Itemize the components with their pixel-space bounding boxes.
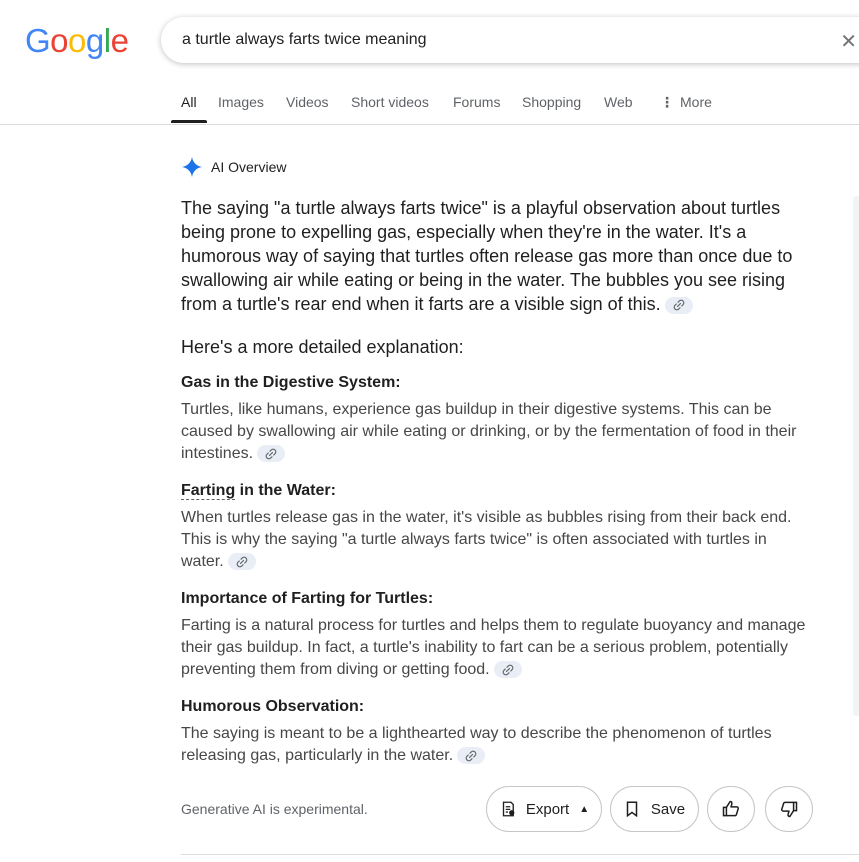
link-icon (265, 448, 277, 460)
term-definition-link[interactable]: Farting (181, 482, 236, 500)
source-link-chip[interactable] (664, 296, 693, 314)
source-link-chip[interactable] (257, 445, 286, 463)
tab-forums[interactable]: Forums (453, 94, 500, 110)
divider (181, 854, 859, 855)
section-body: Turtles, like humans, experience gas bui… (181, 399, 811, 465)
thumbs-down-icon (780, 801, 798, 818)
bookmark-icon (626, 801, 638, 818)
link-icon (502, 664, 513, 676)
section-farting-water: Farting in the Water: When turtles relea… (181, 481, 811, 573)
search-tabs: All Images Videos Short videos Forums Sh… (0, 84, 859, 125)
section-importance: Importance of Farting for Turtles: Farti… (181, 589, 811, 681)
close-icon[interactable]: ✕ (840, 29, 857, 54)
side-panel-edge (853, 196, 859, 716)
tab-short-videos[interactable]: Short videos (351, 94, 429, 110)
link-icon (673, 299, 685, 311)
section-body: The saying is meant to be a lighthearted… (181, 723, 811, 767)
save-button[interactable]: Save (610, 786, 699, 832)
search-input[interactable]: a turtle always farts twice meaning (182, 31, 427, 49)
tab-web[interactable]: Web (604, 94, 633, 110)
tab-all[interactable]: All (181, 94, 197, 110)
section-body: When turtles release gas in the water, i… (181, 507, 811, 573)
section-title: Humorous Observation: (181, 698, 365, 715)
source-link-chip[interactable] (227, 553, 256, 571)
detail-heading: Here's a more detailed explanation: (181, 337, 464, 357)
section-body-text: When turtles release gas in the water, i… (181, 509, 792, 570)
thumbs-down-button[interactable] (765, 786, 813, 832)
more-vert-icon: ⋮ (660, 94, 674, 110)
tab-images[interactable]: Images (218, 94, 264, 110)
logo-letter: l (103, 22, 111, 59)
caret-up-icon: ▲ (579, 803, 590, 815)
logo-letter: G (25, 22, 51, 59)
thumbs-up-button[interactable] (707, 786, 755, 832)
ai-summary-text: The saying "a turtle always farts twice"… (181, 198, 793, 314)
logo-letter: g (85, 22, 104, 59)
section-digestive: Gas in the Digestive System: Turtles, li… (181, 373, 811, 465)
logo-letter: o (50, 22, 69, 59)
source-link-chip[interactable] (457, 747, 486, 765)
link-icon (465, 750, 477, 762)
tab-shopping[interactable]: Shopping (522, 94, 581, 110)
save-label: Save (650, 800, 686, 818)
export-label: Export (525, 800, 570, 818)
section-body: Farting is a natural process for turtles… (181, 615, 811, 681)
section-title: Importance of Farting for Turtles: (181, 590, 434, 607)
tab-more[interactable]: ⋮ More (660, 94, 712, 111)
section-title: Gas in the Digestive System: (181, 374, 401, 391)
logo-letter: o (68, 22, 86, 59)
export-doc-icon (502, 801, 515, 817)
google-logo[interactable]: Google (25, 22, 129, 59)
export-button[interactable]: Export ▲ (486, 786, 602, 832)
tab-more-label: More (680, 94, 712, 110)
tab-videos[interactable]: Videos (286, 94, 329, 110)
link-icon (236, 556, 248, 568)
ai-disclaimer: Generative AI is experimental. (181, 801, 368, 817)
source-link-chip[interactable] (493, 661, 522, 679)
section-title-rest: in the Water: (235, 482, 336, 499)
active-tab-indicator (171, 120, 207, 123)
thumbs-up-icon (722, 800, 740, 817)
ai-overview-header: AI Overview (181, 156, 286, 178)
search-box[interactable]: a turtle always farts twice meaning ✕ (161, 17, 859, 63)
ai-summary: The saying "a turtle always farts twice"… (181, 196, 811, 316)
section-title: Farting in the Water: (181, 481, 811, 501)
sparkle-icon (181, 156, 203, 178)
section-humorous: Humorous Observation: The saying is mean… (181, 697, 811, 767)
ai-overview-title: AI Overview (211, 159, 287, 175)
logo-letter: e (110, 22, 129, 59)
